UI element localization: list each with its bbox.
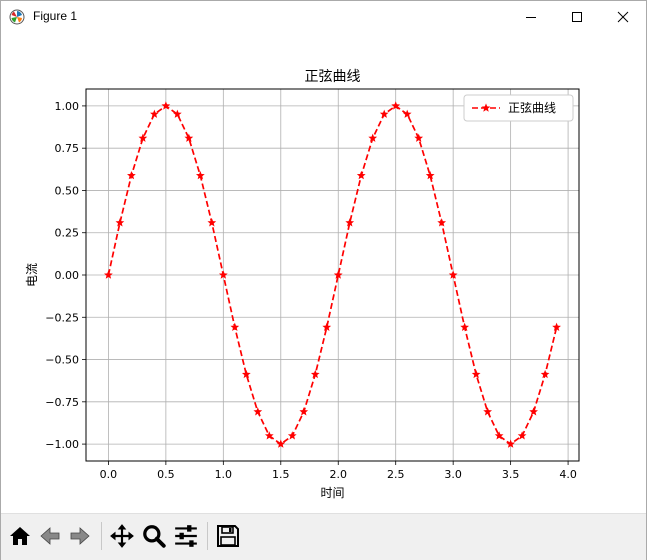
navigation-toolbar: [1, 513, 646, 560]
minimize-button[interactable]: [508, 1, 554, 33]
data-point: [172, 109, 182, 118]
y-tick-label: −0.25: [45, 311, 79, 324]
data-point: [529, 407, 538, 416]
data-point: [253, 407, 263, 416]
zoom-button[interactable]: [139, 521, 169, 551]
x-tick-label: 4.0: [559, 468, 577, 481]
maximize-icon: [572, 12, 582, 22]
magnifier-icon: [143, 525, 166, 548]
data-point: [483, 407, 493, 416]
grid-lines: [86, 89, 579, 461]
data-point: [414, 133, 424, 142]
forward-button[interactable]: [65, 521, 95, 551]
configure-button[interactable]: [171, 521, 201, 551]
maximize-button[interactable]: [554, 1, 600, 33]
series-layer: [104, 101, 561, 448]
data-point: [299, 407, 309, 416]
y-tick-label: 0.50: [55, 184, 80, 197]
data-point: [356, 170, 366, 180]
floppy-disk-icon: [217, 525, 239, 547]
y-axis-label: 电流: [25, 263, 39, 287]
save-button[interactable]: [213, 521, 243, 551]
pan-button[interactable]: [107, 521, 137, 551]
y-tick-label: −0.75: [45, 396, 79, 409]
x-tick-label: 2.5: [387, 468, 405, 481]
x-tick-label: 0.5: [157, 468, 175, 481]
data-point: [287, 431, 297, 440]
back-button[interactable]: [35, 521, 65, 551]
forward-arrow-icon: [70, 527, 90, 545]
toolbar-separator: [207, 522, 208, 550]
close-button[interactable]: [600, 1, 646, 33]
y-tick-label: 0.00: [55, 269, 80, 282]
back-arrow-icon: [40, 527, 60, 545]
sine-chart: 0.0 0.5 1.0 1.5 2.0 2.5 3.0 3.5 4.0 1.00 0.75 0.50…: [25, 69, 580, 500]
figure-window: Figure 1 0.0 0.5 1.0 1.5 2.0 2.5 3.0 3.5 4.0 1.0…: [0, 0, 647, 560]
sliders-icon: [175, 525, 197, 547]
data-point: [402, 109, 412, 118]
data-point: [207, 218, 217, 227]
home-icon: [10, 527, 30, 545]
x-axis-label: 时间: [320, 486, 344, 500]
toolbar-separator: [101, 522, 102, 550]
x-tick-label: 3.5: [502, 468, 520, 481]
y-tick-label: 0.25: [55, 227, 80, 240]
legend-label: 正弦曲线: [508, 100, 556, 115]
move-icon: [110, 524, 134, 548]
data-point: [379, 109, 389, 118]
data-point: [150, 109, 159, 118]
figure-canvas[interactable]: 0.0 0.5 1.0 1.5 2.0 2.5 3.0 3.5 4.0 1.00 0.75 0.50…: [1, 33, 646, 511]
legend: 正弦曲线: [463, 94, 574, 122]
chart-title: 正弦曲线: [305, 69, 361, 85]
y-tick-label: 1.00: [55, 100, 80, 113]
y-tick-label: −1.00: [45, 438, 79, 451]
x-tick-label: 2.0: [329, 468, 347, 481]
x-tick-label: 0.0: [100, 468, 118, 481]
y-tick-label: −0.50: [45, 354, 79, 367]
window-title: Figure 1: [33, 9, 78, 23]
x-tick-label: 3.0: [444, 468, 462, 481]
x-axis-ticks: 0.0 0.5 1.0 1.5 2.0 2.5 3.0 3.5 4.0: [100, 461, 577, 481]
minimize-icon: [526, 17, 536, 18]
home-button[interactable]: [5, 521, 35, 551]
close-icon: [617, 11, 629, 23]
data-point: [471, 369, 481, 379]
matplotlib-icon: [9, 9, 25, 25]
x-tick-label: 1.0: [215, 468, 233, 481]
y-axis-ticks: 1.00 0.75 0.50 0.25 0.00 −0.25 −0.50 −0.75 −1.00: [45, 100, 86, 451]
x-tick-label: 1.5: [272, 468, 290, 481]
data-point: [115, 218, 125, 227]
y-tick-label: 0.75: [55, 142, 80, 155]
title-bar[interactable]: Figure 1: [1, 1, 646, 33]
